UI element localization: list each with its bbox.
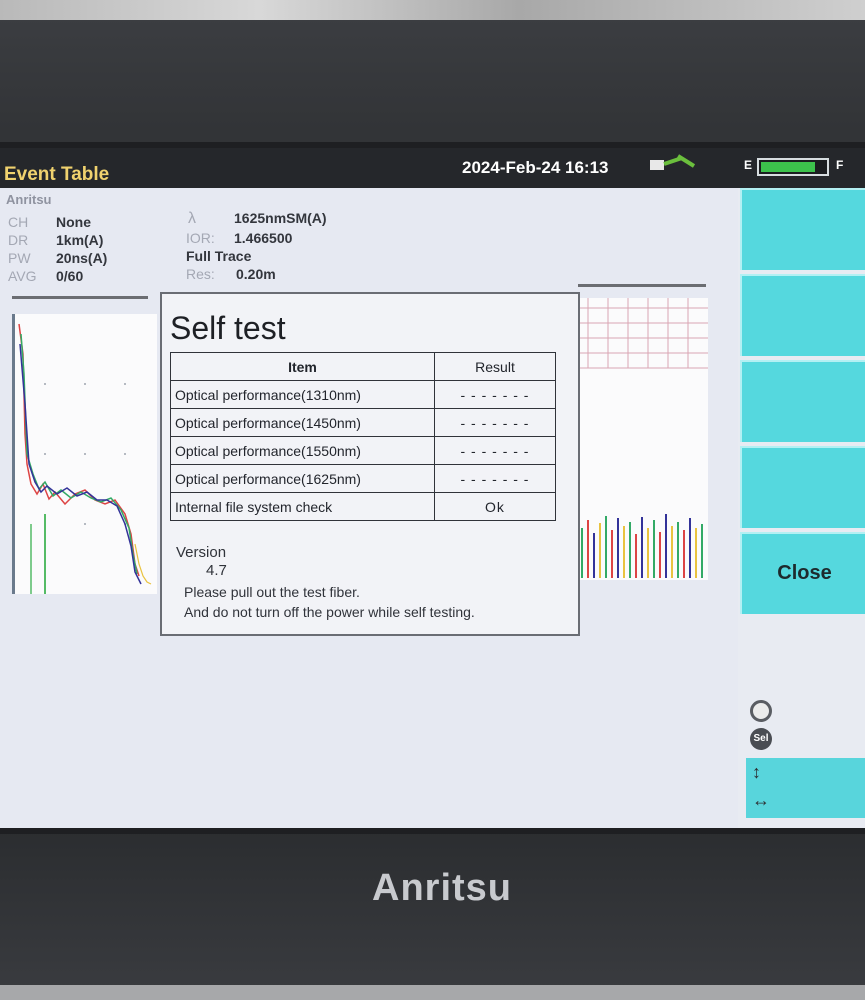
left-right-arrow-icon: ↔: [752, 790, 770, 810]
ch-label: CH: [8, 214, 29, 230]
ior-value: 1.466500: [234, 230, 293, 246]
test-result: - - - - - - -: [434, 436, 556, 465]
dr-value: 1km(A): [56, 232, 104, 248]
bezel-bottom: [0, 985, 865, 1000]
background-cables: [0, 0, 865, 20]
left-trace-scale: [12, 296, 148, 299]
battery-indicator: E F: [740, 156, 860, 176]
datetime: 2024-Feb-24 16:13: [462, 158, 609, 177]
ch-value: None: [56, 214, 91, 230]
test-item: Optical performance(1625nm): [170, 464, 435, 493]
close-button-label: Close: [777, 562, 832, 584]
window-title: Event Table: [4, 164, 110, 185]
right-trace-scale: [578, 284, 706, 287]
avg-value: 0/60: [56, 268, 84, 284]
res-label: Res:: [186, 266, 215, 282]
softkey-panel: Close Sel ↕ ↔: [738, 188, 865, 828]
softkey-4[interactable]: [740, 446, 865, 528]
remote-connection-icon: [650, 154, 696, 170]
table-row: Optical performance(1450nm) - - - - - - …: [170, 408, 556, 437]
battery-full-label: F: [836, 158, 844, 172]
table-row: Optical performance(1550nm) - - - - - - …: [170, 436, 556, 465]
trace-noise: [578, 298, 708, 578]
trace-waveform: [18, 323, 152, 594]
avg-label: AVG: [8, 268, 37, 284]
up-down-arrow-icon: ↕: [752, 762, 761, 782]
instruction-text: Please pull out the test fiber.: [184, 584, 360, 600]
table-row: Optical performance(1625nm) - - - - - - …: [170, 464, 556, 493]
test-item: Optical performance(1450nm): [170, 408, 435, 437]
softkey-3[interactable]: [740, 360, 865, 442]
ior-label: IOR:: [186, 230, 215, 246]
dialog-title: Self test: [170, 310, 286, 346]
softkey-1[interactable]: [740, 188, 865, 270]
test-result: - - - - - - -: [434, 408, 556, 437]
screen: Event Table 2024-Feb-24 16:13 E F Anrits…: [0, 148, 865, 828]
test-item: Optical performance(1550nm): [170, 436, 435, 465]
trace-mode: Full Trace: [186, 248, 252, 264]
table-row: Optical performance(1310nm) - - - - - - …: [170, 380, 556, 409]
test-result: - - - - - - -: [434, 380, 556, 409]
select-key-icon: Sel: [750, 728, 772, 750]
pw-label: PW: [8, 250, 31, 266]
battery-empty-label: E: [744, 158, 753, 172]
warning-text: And do not turn off the power while self…: [184, 604, 475, 620]
column-header-result: Result: [434, 352, 556, 381]
test-result: Ok: [434, 492, 556, 521]
column-header-item: Item: [170, 352, 435, 381]
brand-label: Anritsu: [6, 192, 52, 207]
test-item: Internal file system check: [170, 492, 435, 521]
self-test-table: Item Result Optical performance(1310nm) …: [170, 352, 556, 521]
device-bezel: Event Table 2024-Feb-24 16:13 E F Anrits…: [0, 0, 865, 1000]
test-result: - - - - - - -: [434, 464, 556, 493]
trace-graph-right: [578, 298, 708, 580]
table-header-row: Item Result: [170, 352, 556, 381]
softkey-2[interactable]: [740, 274, 865, 356]
test-item: Optical performance(1310nm): [170, 380, 435, 409]
self-test-dialog: Self test Item Result Optical performanc…: [160, 292, 580, 636]
lambda-symbol: λ: [188, 210, 196, 227]
wavelength-value: 1625nmSM(A): [234, 210, 327, 226]
status-bar: Event Table 2024-Feb-24 16:13 E F: [0, 148, 865, 188]
battery-fill: [761, 162, 815, 172]
res-value: 0.20m: [236, 266, 276, 282]
table-row: Internal file system check Ok: [170, 492, 556, 521]
close-button[interactable]: Close: [740, 532, 865, 614]
trace-graph-left: [12, 314, 157, 594]
knob-function-panel[interactable]: ↕ ↔: [746, 758, 865, 818]
version-value: 4.7: [206, 562, 227, 579]
version-label: Version: [176, 544, 227, 561]
rotary-knob-icon: [750, 700, 772, 722]
battery-icon: [757, 158, 829, 176]
pw-value: 20ns(A): [56, 250, 108, 266]
main-area: Anritsu CH None DR 1km(A) PW 20ns(A) AVG…: [0, 188, 738, 828]
dr-label: DR: [8, 232, 29, 248]
bezel-logo: Anritsu: [372, 867, 512, 909]
